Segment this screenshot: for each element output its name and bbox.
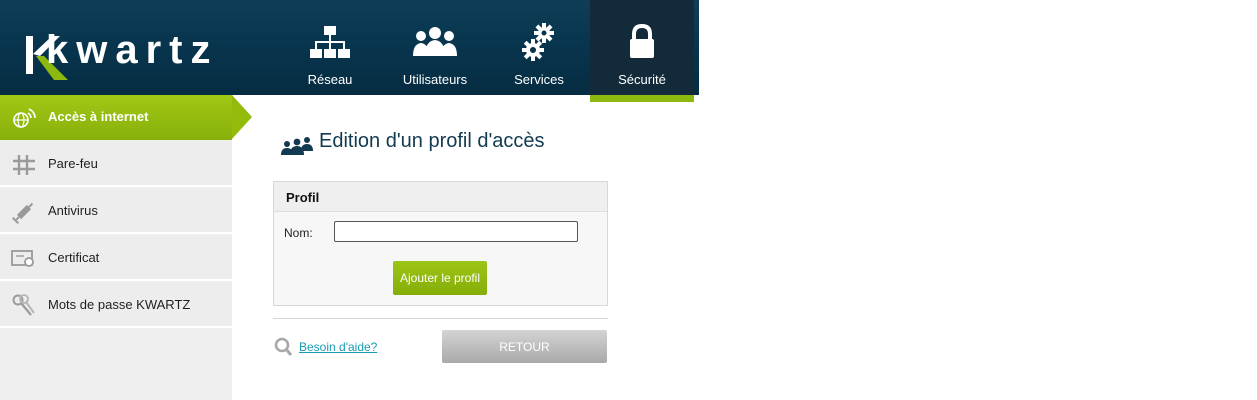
kwartz-logo[interactable]: KWARTZ [24,24,224,80]
users-group-icon [281,137,313,155]
magnifier-icon[interactable] [274,337,292,357]
sidebar-item-label: Accès à internet [48,109,149,124]
sidebar-item-antivirus[interactable]: Antivirus [0,189,232,234]
sidebar-item-certificat[interactable]: Certificat [0,236,232,281]
nav-label: Sécurité [618,72,666,87]
sidebar-item-label: Antivirus [48,203,98,218]
syringe-icon [11,202,34,224]
back-button[interactable]: RETOUR [442,330,607,363]
gears-icon [522,23,554,61]
nav-label: Services [514,72,564,87]
nav-services[interactable]: Services [500,0,578,95]
add-profile-button[interactable]: Ajouter le profil [393,261,487,295]
profile-form-panel: Profil Nom: Ajouter le profil [273,181,608,306]
nav-securite[interactable]: Sécurité [590,0,694,102]
network-icon [310,26,350,58]
globe-wifi-icon [13,108,36,128]
nav-utilisateurs[interactable]: Utilisateurs [390,0,480,95]
top-header: KWARTZ Réseau Utilisateurs [0,0,699,102]
nav-active-indicator [590,95,694,102]
help-link[interactable]: Besoin d'aide? [299,340,377,354]
sidebar-item-mots-de-passe[interactable]: Mots de passe KWARTZ [0,283,232,328]
keys-icon [12,294,35,316]
sidebar-item-label: Pare-feu [48,156,98,171]
certificate-icon [11,250,34,267]
panel-heading: Profil [274,182,607,212]
nav-reseau[interactable]: Réseau [290,0,370,95]
page-title: Edition d'un profil d'accès [319,130,545,152]
logo-text: KWARTZ [46,28,219,72]
firewall-grid-icon [13,155,35,175]
divider [273,318,608,319]
sidebar-item-label: Mots de passe KWARTZ [48,297,191,312]
nav-label: Réseau [307,72,353,87]
sidebar-item-pare-feu[interactable]: Pare-feu [0,142,232,187]
sidebar: Accès à internet Pare-feu Antivirus Cert… [0,95,252,400]
users-icon [413,27,457,56]
nav-label: Utilisateurs [402,72,468,87]
name-label: Nom: [284,226,313,240]
sidebar-item-label: Certificat [48,250,100,265]
lock-icon [630,23,654,58]
active-arrow [232,95,252,139]
name-input[interactable] [334,221,578,242]
sidebar-item-acces-internet[interactable]: Accès à internet [0,95,252,140]
